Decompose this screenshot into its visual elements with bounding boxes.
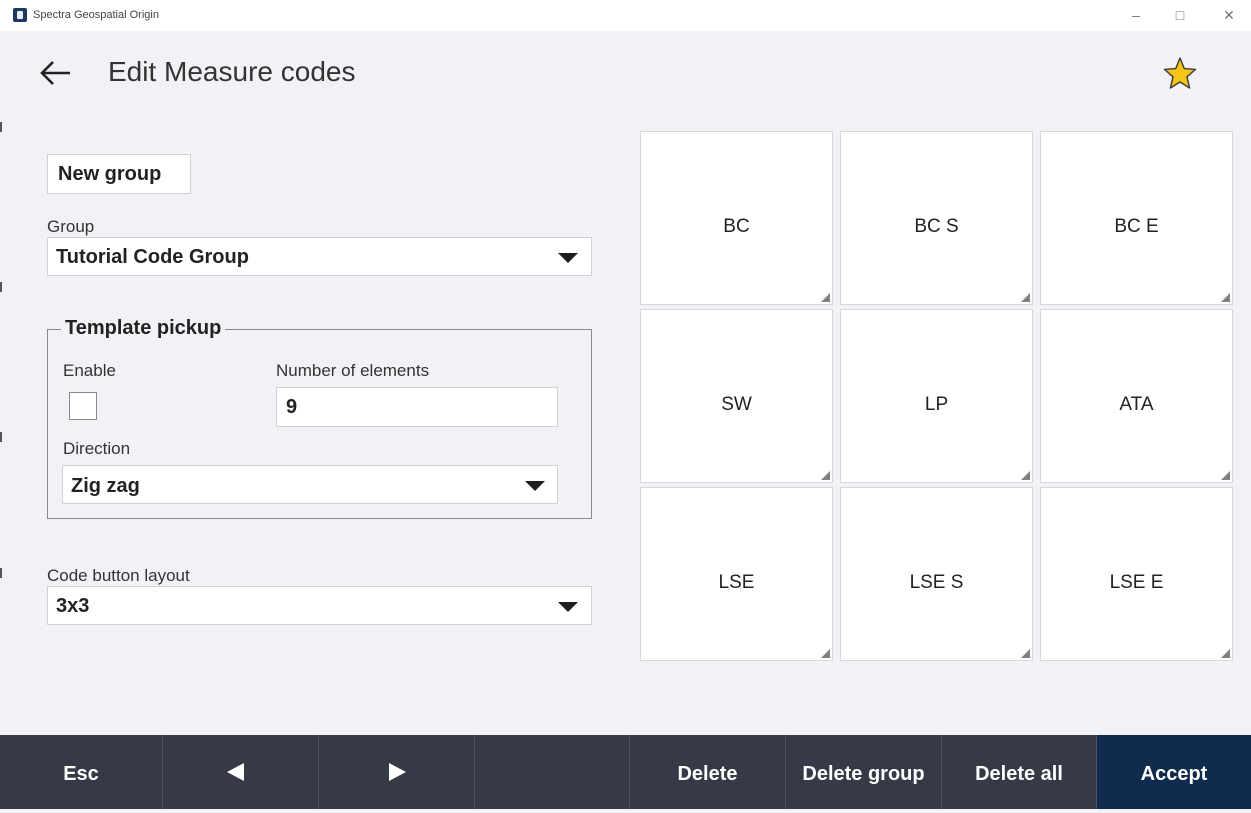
code-button[interactable]: BC xyxy=(640,131,833,305)
code-button-layout-dropdown[interactable]: 3x3 xyxy=(47,586,592,625)
window-title: Spectra Geospatial Origin xyxy=(33,9,159,21)
edge-mark xyxy=(0,282,2,292)
template-pickup-title: Template pickup xyxy=(61,317,226,340)
number-of-elements-label: Number of elements xyxy=(276,361,430,380)
esc-button[interactable]: Esc xyxy=(0,735,163,809)
group-value: Tutorial Code Group xyxy=(56,246,249,268)
direction-dropdown[interactable]: Zig zag xyxy=(62,465,558,504)
code-button-layout-label: Code button layout xyxy=(47,566,190,585)
page-title: Edit Measure codes xyxy=(108,56,356,87)
corner-triangle-icon xyxy=(821,471,830,480)
code-label: LP xyxy=(924,394,949,415)
group-dropdown[interactable]: Tutorial Code Group xyxy=(47,237,592,276)
code-button[interactable]: BC E xyxy=(1040,131,1233,305)
chevron-down-icon xyxy=(525,481,545,491)
previous-button[interactable] xyxy=(163,735,319,809)
chevron-down-icon xyxy=(558,253,578,263)
corner-triangle-icon xyxy=(1021,649,1030,658)
window-left-edge xyxy=(0,0,8,809)
delete-group-button[interactable]: Delete group xyxy=(786,735,942,809)
code-label: LSE E xyxy=(1109,572,1164,593)
app-logo-icon xyxy=(13,8,27,22)
code-button[interactable]: ATA xyxy=(1040,309,1233,483)
code-label: ATA xyxy=(1119,394,1154,415)
code-button[interactable]: LSE S xyxy=(840,487,1033,661)
group-label: Group xyxy=(47,217,95,236)
bottom-action-bar: Esc Delete Delete group Delete all Accep… xyxy=(0,735,1251,809)
code-button[interactable]: LSE E xyxy=(1040,487,1233,661)
maximize-button[interactable]: □ xyxy=(1160,4,1200,26)
close-button[interactable]: ✕ xyxy=(1209,4,1249,26)
code-label: LSE xyxy=(718,572,755,593)
code-button[interactable]: SW xyxy=(640,309,833,483)
next-triangle-icon xyxy=(389,763,406,781)
enable-label: Enable xyxy=(63,361,116,380)
chevron-down-icon xyxy=(558,602,578,612)
corner-triangle-icon xyxy=(1021,293,1030,302)
code-label: BC xyxy=(723,216,750,237)
delete-all-button[interactable]: Delete all xyxy=(942,735,1097,809)
corner-triangle-icon xyxy=(1221,649,1230,658)
empty-softkey xyxy=(475,735,630,809)
edge-mark xyxy=(0,568,2,578)
corner-triangle-icon xyxy=(1221,471,1230,480)
minimize-button[interactable]: – xyxy=(1116,4,1156,26)
accept-button[interactable]: Accept xyxy=(1097,735,1251,809)
corner-triangle-icon xyxy=(1021,471,1030,480)
window-titlebar: Spectra Geospatial Origin – □ ✕ xyxy=(0,0,1251,31)
previous-triangle-icon xyxy=(227,763,244,781)
corner-triangle-icon xyxy=(821,293,830,302)
corner-triangle-icon xyxy=(1221,293,1230,302)
code-label: BC E xyxy=(1114,216,1159,237)
edge-mark xyxy=(0,122,2,132)
new-group-button[interactable]: New group xyxy=(47,154,191,194)
code-button[interactable]: LP xyxy=(840,309,1033,483)
direction-value: Zig zag xyxy=(71,475,140,497)
delete-button[interactable]: Delete xyxy=(630,735,786,809)
code-button[interactable]: BC S xyxy=(840,131,1033,305)
code-button[interactable]: LSE xyxy=(640,487,833,661)
next-button[interactable] xyxy=(319,735,475,809)
back-arrow-icon[interactable] xyxy=(38,58,72,88)
enable-checkbox[interactable] xyxy=(69,392,97,420)
star-icon[interactable] xyxy=(1162,56,1198,92)
code-label: SW xyxy=(721,394,752,415)
number-of-elements-input[interactable]: 9 xyxy=(276,387,558,427)
corner-triangle-icon xyxy=(821,649,830,658)
code-label: BC S xyxy=(914,216,959,237)
layout-value: 3x3 xyxy=(56,595,90,617)
direction-label: Direction xyxy=(63,439,131,458)
code-label: LSE S xyxy=(909,572,964,593)
edge-mark xyxy=(0,432,2,442)
